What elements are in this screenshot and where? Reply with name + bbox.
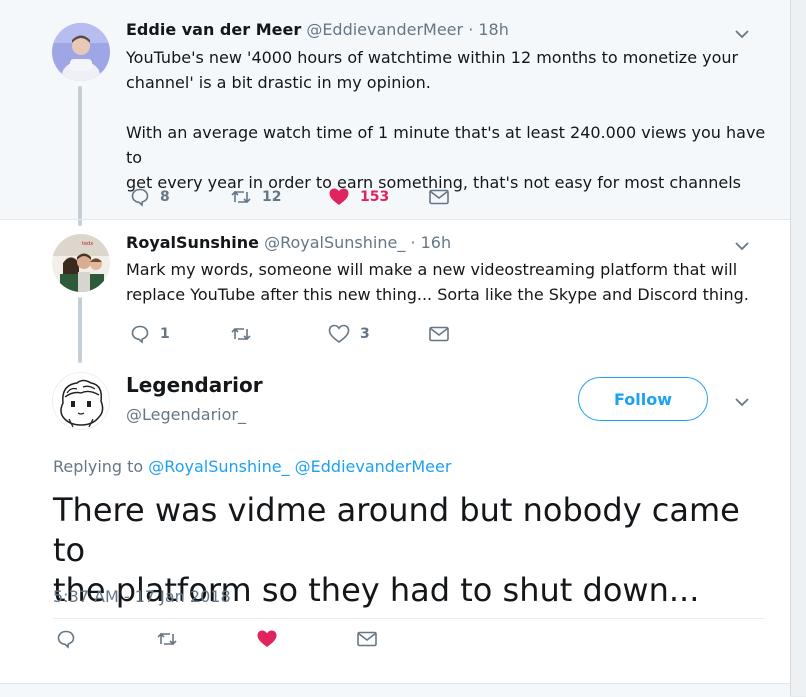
message-button[interactable] xyxy=(428,187,450,207)
page-scrollbar[interactable] xyxy=(791,0,806,696)
chevron-down-icon[interactable] xyxy=(734,238,750,254)
replies-section-edge xyxy=(0,683,790,697)
envelope-icon xyxy=(357,631,377,647)
author-handle[interactable]: @EddievanderMeer xyxy=(306,20,463,39)
tweet-text-spacer xyxy=(126,95,766,120)
envelope-icon xyxy=(429,189,449,205)
tweet-timestamp[interactable]: 5:37 AM - 17 Jan 2018 xyxy=(53,587,231,606)
heart-icon xyxy=(328,324,350,343)
reply-button[interactable] xyxy=(56,629,76,649)
tweet-text: Mark my words, someone will make a new v… xyxy=(126,257,766,307)
message-button[interactable] xyxy=(356,629,378,649)
chevron-down-icon[interactable] xyxy=(734,394,750,410)
avatar-legendarior[interactable] xyxy=(52,372,110,430)
retweet-count: 12 xyxy=(262,189,282,205)
tweet-text-line: Mark my words, someone will make a new v… xyxy=(126,260,738,279)
follow-button[interactable]: Follow xyxy=(578,377,708,421)
reply-count: 8 xyxy=(160,189,170,205)
heart-icon xyxy=(329,188,349,205)
tweet-time[interactable]: · 18h xyxy=(468,20,509,39)
tweet-text: YouTube's new '4000 hours of watchtime w… xyxy=(126,45,766,195)
reply-bubble-icon xyxy=(131,325,149,344)
replying-to-link[interactable]: @EddievanderMeer xyxy=(295,457,452,476)
heart-icon xyxy=(257,630,277,647)
retweet-icon xyxy=(231,327,251,341)
avatar-royalsunshine[interactable]: tedx xyxy=(52,234,110,292)
tweet-text-line: YouTube's new '4000 hours of watchtime w… xyxy=(126,48,739,67)
envelope-icon xyxy=(429,326,449,342)
thread-connector-line xyxy=(78,297,82,363)
tweet-text-line: replace YouTube after this new thing... … xyxy=(126,285,749,304)
retweet-icon xyxy=(157,632,177,646)
replying-to-label: Replying to xyxy=(53,457,144,476)
like-button[interactable]: 153 xyxy=(328,187,389,207)
author-handle[interactable]: @Legendarior_ xyxy=(126,405,246,424)
retweet-button[interactable] xyxy=(230,324,262,344)
tweet-eddie[interactable]: Eddie van der Meer @EddievanderMeer · 18… xyxy=(0,0,790,219)
tweet-text-line: There was vidme around but nobody came t… xyxy=(53,491,740,569)
reply-bubble-icon xyxy=(57,630,75,649)
like-count: 3 xyxy=(360,326,370,342)
author-handle[interactable]: @RoyalSunshine_ xyxy=(264,233,405,252)
like-count: 153 xyxy=(360,189,390,205)
tweet-header: RoyalSunshine @RoyalSunshine_ · 16h xyxy=(126,233,451,252)
svg-text:tedx: tedx xyxy=(82,241,93,247)
avatar-eddie[interactable] xyxy=(52,23,110,81)
tweet-header: Eddie van der Meer @EddievanderMeer · 18… xyxy=(126,20,509,39)
reply-button[interactable]: 1 xyxy=(130,324,170,344)
tweet-divider xyxy=(0,219,790,220)
author-name[interactable]: RoyalSunshine xyxy=(126,233,259,252)
author-name[interactable]: Legendarior xyxy=(126,373,263,397)
like-button[interactable] xyxy=(256,629,278,649)
replying-to-link[interactable]: @RoyalSunshine_ xyxy=(148,457,289,476)
tweet-time[interactable]: · 16h xyxy=(410,233,451,252)
like-button[interactable]: 3 xyxy=(328,324,370,344)
replying-to: Replying to @RoyalSunshine_ @Eddievander… xyxy=(53,457,451,476)
message-button[interactable] xyxy=(428,324,450,344)
reply-count: 1 xyxy=(160,326,170,342)
retweet-icon xyxy=(231,190,251,204)
author-name[interactable]: Eddie van der Meer xyxy=(126,20,301,39)
retweet-button[interactable] xyxy=(156,629,178,649)
reply-button[interactable]: 8 xyxy=(130,187,170,207)
reply-bubble-icon xyxy=(131,188,149,207)
chevron-down-icon[interactable] xyxy=(734,26,750,42)
retweet-button[interactable]: 12 xyxy=(230,187,281,207)
divider xyxy=(53,618,765,619)
thread-connector-line xyxy=(78,86,82,226)
tweet-text-line: With an average watch time of 1 minute t… xyxy=(126,123,766,167)
tweet-thread-panel: Eddie van der Meer @EddievanderMeer · 18… xyxy=(0,0,791,697)
tweet-text-line: channel' is a bit drastic in my opinion. xyxy=(126,73,431,92)
